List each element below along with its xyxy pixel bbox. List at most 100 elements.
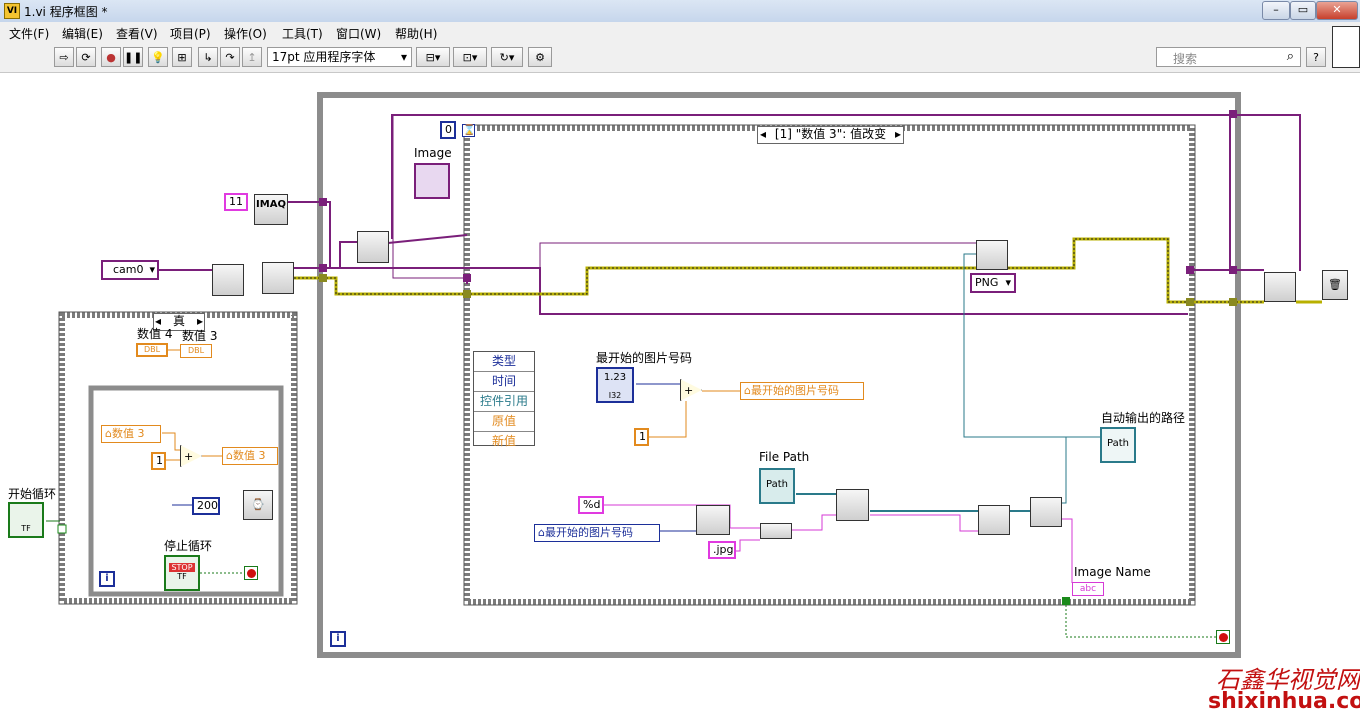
clean-up-diagram-icon[interactable]: ⚙ [528, 47, 552, 67]
image-name-indicator[interactable]: abc [1072, 582, 1104, 596]
stop-tf: TF [177, 572, 187, 581]
menu-tools[interactable]: 工具(T) [282, 25, 323, 42]
num4-dbl: DBL [143, 345, 161, 354]
menu-help[interactable]: 帮助(H) [395, 25, 437, 42]
event-selector[interactable]: ◂ [1] "数值 3": 值改变 ▸ [757, 126, 904, 144]
close-button[interactable]: ✕ [1316, 1, 1358, 20]
local-first-num[interactable]: ⌂最开始的图片号码 [740, 382, 864, 400]
house-icon: ⌂ [744, 384, 751, 397]
const-1-a[interactable]: 1 [151, 452, 166, 470]
image-name-abc: abc [1079, 584, 1097, 594]
watermark-url: shixinhua.com [1208, 689, 1360, 714]
event-data-ref: 控件引用 [474, 392, 534, 412]
start-tf: TF [21, 524, 31, 533]
start-label: 开始循环 [8, 487, 57, 501]
local-num3-read[interactable]: ⌂数值 3 [101, 425, 161, 443]
while-iteration-const[interactable]: 0 [440, 121, 456, 139]
event-selector-label: [1] "数值 3": 值改变 [774, 127, 887, 141]
reorder-icon[interactable]: ↻▾ [491, 47, 523, 67]
start-button[interactable]: TF [8, 502, 44, 538]
distribute-objects-icon[interactable]: ⊡▾ [453, 47, 487, 67]
outer-stop-condition-icon[interactable] [1216, 630, 1230, 644]
event-data-node[interactable]: 类型 时间 控件引用 原值 新值 [473, 351, 535, 448]
first-num-control[interactable]: 1.23 I32 [596, 367, 634, 403]
local-num3-read-label: 数值 3 [111, 427, 145, 440]
align-objects-icon[interactable]: ⊟▾ [416, 47, 450, 67]
font-select[interactable]: 17pt 应用程序字体 ▾ [267, 47, 412, 67]
stop-text: STOP [169, 563, 195, 572]
auto-path-text: Path [1107, 438, 1129, 449]
first-num-value: 1.23 [603, 372, 627, 383]
wait-ms-const[interactable]: 200 [192, 497, 220, 515]
stop-button[interactable]: STOP TF [164, 555, 200, 591]
image-label: Image [414, 146, 452, 160]
local-first-num-2-label: 最开始的图片号码 [544, 526, 633, 539]
house-icon: ⌂ [226, 449, 233, 462]
minimize-button[interactable]: – [1262, 1, 1290, 20]
imaq-create-vi[interactable]: IMAQ [254, 194, 288, 225]
event-data-time: 时间 [474, 372, 534, 392]
dispose-image-icon[interactable]: 🗑 [1322, 270, 1348, 300]
run-arrow-icon[interactable]: ⇨ [54, 47, 74, 67]
maximize-button[interactable]: ▭ [1290, 1, 1316, 20]
menu-file[interactable]: 文件(F) [9, 25, 49, 42]
num4-label: 数值 4 [137, 327, 173, 341]
step-over-icon[interactable]: ↷ [220, 47, 240, 67]
inner-stop-condition-icon[interactable] [244, 566, 258, 580]
concat-strings-icon[interactable] [760, 523, 792, 539]
const-11[interactable]: 11 [224, 193, 248, 211]
camera-close-vi-icon[interactable] [1264, 272, 1296, 302]
num3-indicator[interactable]: DBL [180, 344, 212, 358]
camera-configure-vi-icon[interactable] [262, 262, 294, 294]
retain-wire-values-icon[interactable]: ⊞ [172, 47, 192, 67]
search-input[interactable]: 搜索 ⌕ [1156, 47, 1301, 67]
auto-path-indicator[interactable]: Path [1100, 427, 1136, 463]
camera-control[interactable]: cam0 ▾ [101, 260, 159, 280]
build-path-icon[interactable] [978, 505, 1010, 535]
menu-view[interactable]: 查看(V) [116, 25, 158, 42]
house-icon: ⌂ [105, 427, 112, 440]
camera-open-vi-icon[interactable] [212, 264, 244, 296]
highlight-execution-icon[interactable]: 💡 [148, 47, 168, 67]
step-out-icon[interactable]: ↥ [242, 47, 262, 67]
menu-operate[interactable]: 操作(O) [224, 25, 267, 42]
image-display-icon[interactable] [414, 163, 450, 199]
menu-edit[interactable]: 编辑(E) [62, 25, 103, 42]
step-into-icon[interactable]: ↳ [198, 47, 218, 67]
auto-path-label: 自动输出的路径 [1101, 411, 1186, 425]
menu-window[interactable]: 窗口(W) [336, 25, 381, 42]
prev-case-icon[interactable]: ◂ [760, 127, 766, 142]
const-format[interactable]: %d [578, 496, 604, 514]
search-icon[interactable]: ⌕ [1287, 49, 1294, 64]
wait-ms-icon[interactable]: ⌚ [243, 490, 273, 520]
abort-icon[interactable]: ● [101, 47, 121, 67]
help-icon[interactable]: ? [1306, 47, 1326, 67]
camera-grab-vi-icon[interactable] [357, 231, 389, 263]
const-ext[interactable]: .jpg [708, 541, 736, 559]
const-1-b[interactable]: 1 [634, 428, 649, 446]
next-case-icon[interactable]: ▸ [895, 127, 901, 142]
case-selector-label: 真 [172, 314, 185, 328]
format-into-string-icon[interactable] [696, 505, 730, 535]
local-first-num-2[interactable]: ⌂最开始的图片号码 [534, 524, 660, 542]
strip-path-icon[interactable] [836, 489, 869, 521]
menu-project[interactable]: 项目(P) [170, 25, 211, 42]
local-num3-write[interactable]: ⌂数值 3 [222, 447, 278, 465]
event-data-type: 类型 [474, 352, 534, 372]
local-first-num-label: 最开始的图片号码 [750, 384, 839, 397]
house-icon: ⌂ [538, 526, 545, 539]
run-continuously-icon[interactable]: ⟳ [76, 47, 96, 67]
i32-type: I32 [608, 391, 622, 400]
imaq-label: IMAQ [256, 199, 286, 210]
num3-label: 数值 3 [182, 329, 218, 343]
vi-connector-icon[interactable] [1332, 26, 1360, 68]
file-type-enum[interactable]: PNG ▾ [970, 273, 1016, 293]
outer-iteration-icon: i [330, 631, 346, 647]
save-image-vi-icon[interactable] [976, 240, 1008, 270]
chevron-down-icon: ▾ [400, 50, 407, 64]
num4-control[interactable]: DBL [136, 343, 168, 357]
window-title: 1.vi 程序框图 * [24, 5, 108, 19]
filepath-control[interactable]: Path [759, 468, 795, 504]
build-path-2-icon[interactable] [1030, 497, 1062, 527]
pause-icon[interactable]: ❚❚ [123, 47, 143, 67]
